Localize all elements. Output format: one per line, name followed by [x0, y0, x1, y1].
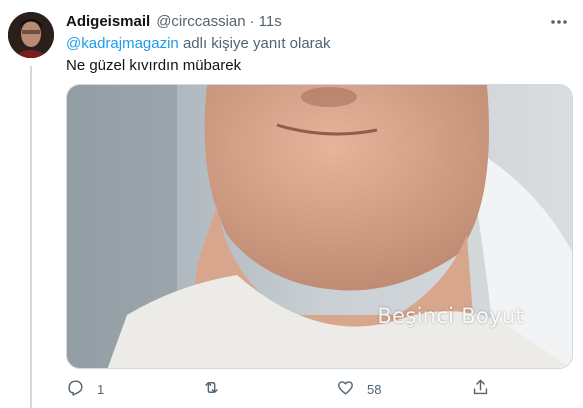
tweet-content: Adigeismail @circcassian · 11s @kadrajma… [66, 10, 571, 77]
retweet-icon [202, 378, 221, 400]
separator-dot: · [249, 12, 255, 30]
reply-context-text: adlı kişiye yanıt olarak [178, 35, 331, 52]
retweet-button[interactable] [202, 376, 233, 402]
reply-context: @kadrajmagazin adlı kişiye yanıt olarak [66, 34, 571, 54]
tweet-media-image[interactable]: Beşinci Boyut [66, 84, 573, 369]
avatar-column [8, 12, 54, 58]
reply-button[interactable]: 1 [66, 376, 104, 402]
media-watermark: Beşinci Boyut [377, 304, 524, 328]
like-count: 58 [367, 381, 382, 397]
heart-icon [336, 378, 355, 400]
tweet-actions: 1 58 [66, 376, 546, 402]
avatar[interactable] [8, 12, 54, 58]
tweet-header: Adigeismail @circcassian · 11s [66, 10, 571, 32]
thread-line [30, 66, 32, 408]
more-icon [550, 12, 568, 30]
timestamp[interactable]: 11s [259, 13, 282, 30]
display-name[interactable]: Adigeismail [66, 13, 150, 30]
reply-to-link[interactable]: @kadrajmagazin [66, 35, 179, 52]
share-icon [471, 378, 490, 400]
more-button[interactable] [547, 12, 571, 30]
tweet-card[interactable]: Adigeismail @circcassian · 11s @kadrajma… [0, 0, 583, 408]
user-handle[interactable]: @circcassian [156, 13, 245, 30]
reply-icon [66, 378, 85, 400]
tweet-text: Ne güzel kıvırdın mübarek [66, 57, 242, 74]
like-button[interactable]: 58 [336, 376, 381, 402]
share-button[interactable] [471, 376, 490, 402]
reply-count: 1 [97, 381, 105, 397]
